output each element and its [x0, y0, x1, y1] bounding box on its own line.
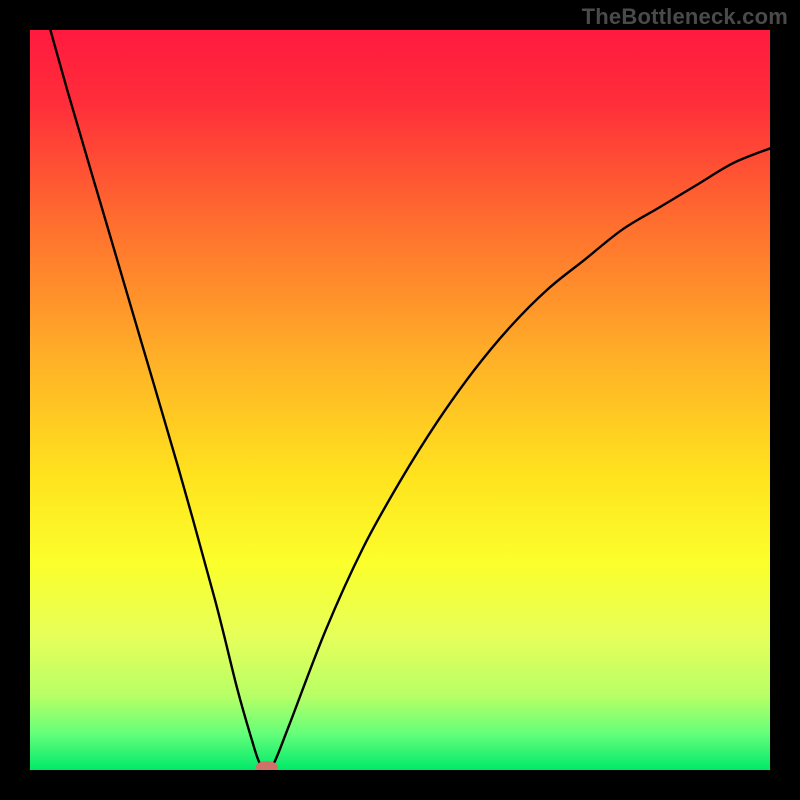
watermark-label: TheBottleneck.com	[582, 4, 788, 30]
gradient-background	[30, 30, 770, 770]
chart-frame: TheBottleneck.com	[0, 0, 800, 800]
bottleneck-chart	[30, 30, 770, 770]
plot-area	[30, 30, 770, 770]
